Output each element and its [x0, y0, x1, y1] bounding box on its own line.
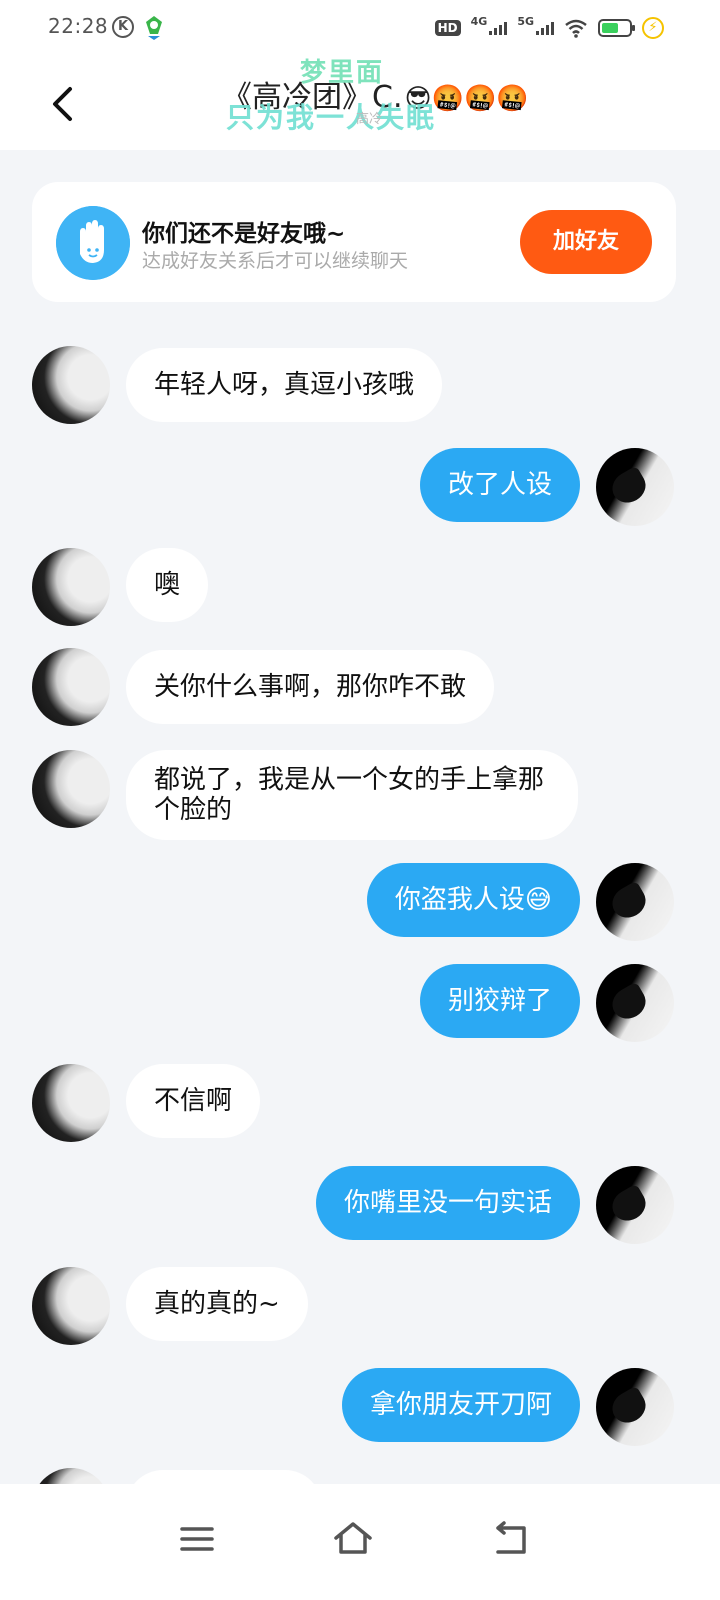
contact-avatar[interactable]	[32, 548, 110, 626]
hd-icon: HD	[434, 20, 461, 36]
title-overlay-text-1: 梦里面	[300, 58, 385, 88]
my-avatar[interactable]	[596, 448, 674, 526]
contact-avatar[interactable]	[32, 1064, 110, 1142]
message-bubble-incoming[interactable]: 真的真的~	[126, 1267, 308, 1341]
message-text: 你盗我人设	[394, 885, 525, 915]
battery-icon	[598, 19, 635, 37]
message-bubble-incoming[interactable]: 年轻人呀，真逗小孩哦	[126, 348, 443, 422]
contact-avatar[interactable]	[32, 1267, 110, 1345]
message-bubble-incoming[interactable]: 噢	[126, 548, 209, 622]
signal-icon-2	[536, 21, 554, 35]
contact-avatar[interactable]	[32, 648, 110, 726]
message-bubble-outgoing[interactable]: 你嘴里没一句实话	[315, 1166, 580, 1240]
status-right: HD 4G 5G ⚡	[434, 14, 664, 42]
back-nav-icon[interactable]	[486, 1514, 536, 1564]
wifi-icon	[565, 19, 587, 38]
message-bubble-incoming[interactable]: 都说了，我是从一个女的手上拿那个脸的	[126, 750, 578, 840]
charging-icon: ⚡	[642, 17, 664, 39]
add-friend-card: 你们还不是好友哦~ 达成好友关系后才可以继续聊天 加好友	[32, 182, 676, 302]
message-bubble-outgoing[interactable]: 别狡辩了	[419, 964, 580, 1038]
message-bubble-outgoing[interactable]: 拿你朋友开刀阿	[341, 1368, 580, 1442]
app-notification-icon	[146, 16, 162, 40]
message-bubble-incoming[interactable]: 不信啊	[126, 1064, 261, 1138]
back-arrow-icon[interactable]	[48, 86, 78, 122]
my-avatar[interactable]	[596, 964, 674, 1042]
message-bubble-outgoing[interactable]: 改了人设	[419, 448, 580, 522]
k-app-icon: K	[112, 16, 134, 38]
contact-avatar[interactable]	[32, 346, 110, 424]
message-bubble-outgoing[interactable]: 你盗我人设😅	[366, 863, 580, 937]
card-subtitle: 达成好友关系后才可以继续聊天	[142, 250, 409, 272]
title-overlay-text-2: 只为我一人失眠	[226, 101, 437, 134]
network-5g-label: 5G	[517, 14, 534, 28]
contact-avatar[interactable]	[32, 750, 110, 828]
my-avatar[interactable]	[596, 1368, 674, 1446]
my-avatar[interactable]	[596, 863, 674, 941]
chat-subtitle: 高冷	[356, 112, 383, 127]
hand-wave-icon	[56, 206, 130, 280]
home-icon[interactable]	[328, 1514, 378, 1564]
signal-icon	[489, 21, 508, 35]
status-bar: 22:28 K HD 4G 5G ⚡	[0, 0, 720, 56]
menu-icon[interactable]	[172, 1514, 222, 1564]
network-4g-label: 4G	[470, 14, 488, 28]
add-friend-button[interactable]: 加好友	[520, 210, 652, 274]
my-avatar[interactable]	[596, 1166, 674, 1244]
sweat-smile-emoji: 😅	[524, 885, 552, 915]
system-nav-bar	[0, 1484, 720, 1600]
card-title: 你们还不是好友哦~	[142, 221, 346, 247]
message-bubble-incoming[interactable]: 关你什么事啊，那你咋不敢	[126, 650, 495, 724]
status-time: 22:28	[48, 14, 109, 38]
